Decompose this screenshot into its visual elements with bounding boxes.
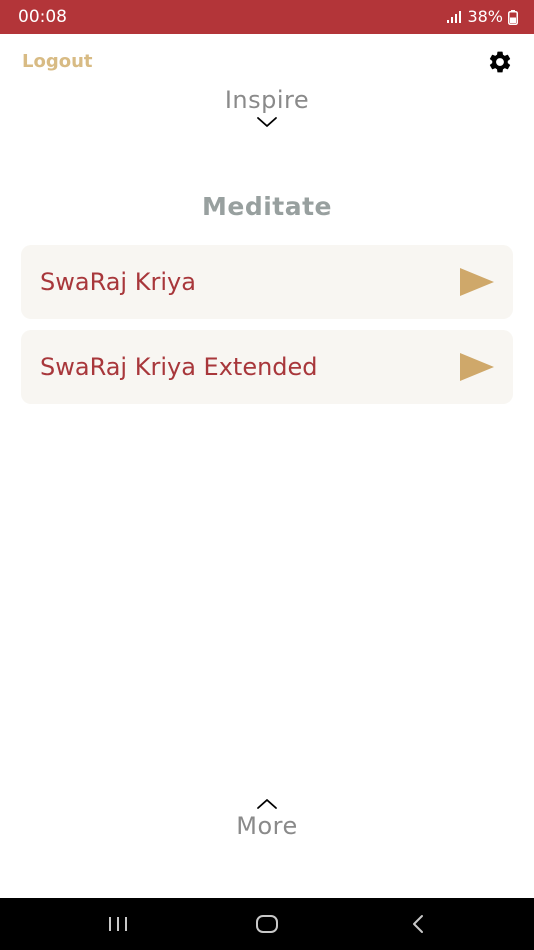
recent-apps-button[interactable] [103, 910, 133, 938]
track-title: SwaRaj Kriya [40, 268, 196, 296]
back-icon [413, 915, 423, 933]
gear-icon [489, 51, 511, 73]
battery-percent: 38% [467, 7, 503, 26]
more-toggle[interactable]: More [0, 798, 534, 842]
signal-icon [447, 11, 462, 23]
more-label: More [236, 812, 298, 840]
system-nav-bar [0, 898, 534, 950]
status-indicators: 38% [446, 7, 518, 27]
play-icon[interactable] [460, 353, 494, 381]
track-card-swaraj-kriya-extended[interactable]: SwaRaj Kriya Extended [21, 330, 513, 404]
chevron-down-icon [257, 117, 277, 127]
meditate-heading: Meditate [201, 192, 333, 221]
battery-icon [508, 9, 518, 25]
inspire-label: Inspire [224, 86, 310, 114]
play-icon[interactable] [460, 268, 494, 296]
recent-apps-icon [109, 917, 127, 931]
back-button[interactable] [403, 910, 433, 938]
home-icon [256, 915, 278, 933]
settings-button[interactable] [486, 48, 514, 76]
track-card-swaraj-kriya[interactable]: SwaRaj Kriya [21, 245, 513, 319]
track-title: SwaRaj Kriya Extended [40, 353, 318, 381]
inspire-toggle[interactable]: Inspire [0, 84, 534, 128]
chevron-up-icon [257, 799, 277, 809]
status-bar: 00:08 38% [0, 0, 534, 34]
status-time: 00:08 [18, 7, 67, 27]
logout-link[interactable]: Logout [22, 50, 93, 74]
home-button[interactable] [252, 910, 282, 938]
